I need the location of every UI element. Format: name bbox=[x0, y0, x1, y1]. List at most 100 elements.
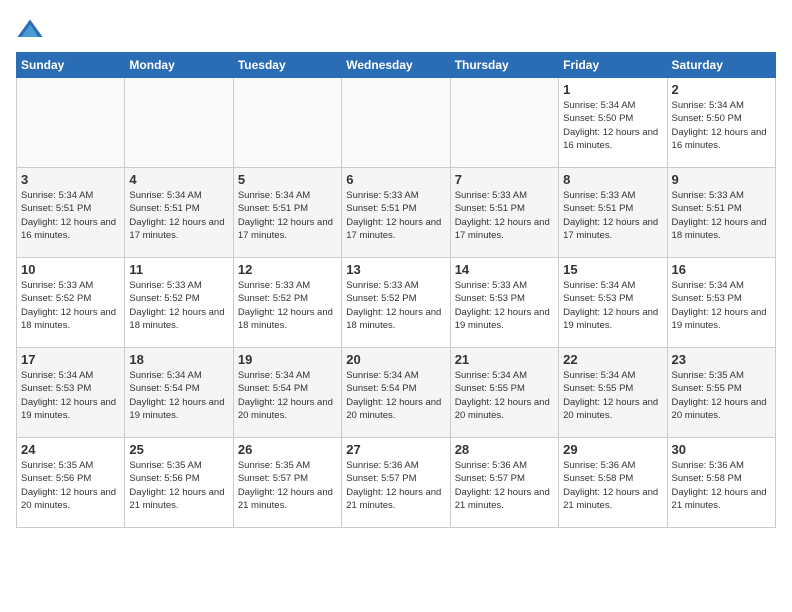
day-header-tuesday: Tuesday bbox=[233, 53, 341, 78]
day-info: Sunrise: 5:34 AM Sunset: 5:54 PM Dayligh… bbox=[346, 369, 445, 422]
calendar-cell: 14 Sunrise: 5:33 AM Sunset: 5:53 PM Dayli… bbox=[450, 258, 558, 348]
calendar-week-row: 3 Sunrise: 5:34 AM Sunset: 5:51 PM Daylig… bbox=[17, 168, 776, 258]
day-info: Sunrise: 5:34 AM Sunset: 5:53 PM Dayligh… bbox=[21, 369, 120, 422]
calendar-cell bbox=[125, 78, 233, 168]
calendar-cell bbox=[450, 78, 558, 168]
calendar-cell: 11 Sunrise: 5:33 AM Sunset: 5:52 PM Dayli… bbox=[125, 258, 233, 348]
day-info: Sunrise: 5:33 AM Sunset: 5:52 PM Dayligh… bbox=[21, 279, 120, 332]
calendar-cell: 6Sunrise: 5:33 AM Sunset: 5:51 PM Daylig… bbox=[342, 168, 450, 258]
day-number: 26 bbox=[238, 442, 337, 457]
calendar-cell: 4 Sunrise: 5:34 AM Sunset: 5:51 PM Daylig… bbox=[125, 168, 233, 258]
calendar-cell: 18 Sunrise: 5:34 AM Sunset: 5:54 PM Dayli… bbox=[125, 348, 233, 438]
day-info: Sunrise: 5:34 AM Sunset: 5:54 PM Dayligh… bbox=[129, 369, 228, 422]
day-info: Sunrise: 5:34 AM Sunset: 5:51 PM Dayligh… bbox=[238, 189, 337, 242]
calendar-cell: 17 Sunrise: 5:34 AM Sunset: 5:53 PM Dayli… bbox=[17, 348, 125, 438]
calendar-cell bbox=[233, 78, 341, 168]
day-number: 15 bbox=[563, 262, 662, 277]
page-header bbox=[16, 16, 776, 44]
calendar-cell: 9 Sunrise: 5:33 AM Sunset: 5:51 PM Daylig… bbox=[667, 168, 775, 258]
calendar-cell: 12 Sunrise: 5:33 AM Sunset: 5:52 PM Dayli… bbox=[233, 258, 341, 348]
day-info: Sunrise: 5:36 AM Sunset: 5:57 PM Dayligh… bbox=[455, 459, 554, 512]
day-number: 29 bbox=[563, 442, 662, 457]
calendar-week-row: 1Sunrise: 5:34 AM Sunset: 5:50 PM Daylig… bbox=[17, 78, 776, 168]
day-header-sunday: Sunday bbox=[17, 53, 125, 78]
day-number: 25 bbox=[129, 442, 228, 457]
day-header-thursday: Thursday bbox=[450, 53, 558, 78]
calendar-cell: 23 Sunrise: 5:35 AM Sunset: 5:55 PM Dayli… bbox=[667, 348, 775, 438]
day-info: Sunrise: 5:34 AM Sunset: 5:55 PM Dayligh… bbox=[455, 369, 554, 422]
day-number: 13 bbox=[346, 262, 445, 277]
day-info: Sunrise: 5:33 AM Sunset: 5:52 PM Dayligh… bbox=[346, 279, 445, 332]
day-info: Sunrise: 5:36 AM Sunset: 5:58 PM Dayligh… bbox=[672, 459, 771, 512]
calendar-cell: 20 Sunrise: 5:34 AM Sunset: 5:54 PM Dayli… bbox=[342, 348, 450, 438]
calendar-cell bbox=[342, 78, 450, 168]
calendar-cell: 3 Sunrise: 5:34 AM Sunset: 5:51 PM Daylig… bbox=[17, 168, 125, 258]
calendar-cell: 1Sunrise: 5:34 AM Sunset: 5:50 PM Daylig… bbox=[559, 78, 667, 168]
day-info: Sunrise: 5:36 AM Sunset: 5:58 PM Dayligh… bbox=[563, 459, 662, 512]
day-number: 4 bbox=[129, 172, 228, 187]
day-info: Sunrise: 5:34 AM Sunset: 5:55 PM Dayligh… bbox=[563, 369, 662, 422]
day-number: 7 bbox=[455, 172, 554, 187]
logo-icon bbox=[16, 16, 44, 44]
day-number: 16 bbox=[672, 262, 771, 277]
day-number: 8 bbox=[563, 172, 662, 187]
day-info: Sunrise: 5:34 AM Sunset: 5:51 PM Dayligh… bbox=[129, 189, 228, 242]
day-number: 10 bbox=[21, 262, 120, 277]
day-number: 12 bbox=[238, 262, 337, 277]
day-number: 3 bbox=[21, 172, 120, 187]
day-number: 22 bbox=[563, 352, 662, 367]
day-info: Sunrise: 5:34 AM Sunset: 5:53 PM Dayligh… bbox=[672, 279, 771, 332]
day-number: 24 bbox=[21, 442, 120, 457]
day-info: Sunrise: 5:33 AM Sunset: 5:51 PM Dayligh… bbox=[672, 189, 771, 242]
day-header-friday: Friday bbox=[559, 53, 667, 78]
day-info: Sunrise: 5:34 AM Sunset: 5:51 PM Dayligh… bbox=[21, 189, 120, 242]
day-info: Sunrise: 5:34 AM Sunset: 5:53 PM Dayligh… bbox=[563, 279, 662, 332]
calendar-cell: 21 Sunrise: 5:34 AM Sunset: 5:55 PM Dayli… bbox=[450, 348, 558, 438]
day-header-monday: Monday bbox=[125, 53, 233, 78]
calendar-cell: 2Sunrise: 5:34 AM Sunset: 5:50 PM Daylig… bbox=[667, 78, 775, 168]
day-info: Sunrise: 5:34 AM Sunset: 5:50 PM Dayligh… bbox=[563, 99, 662, 152]
calendar-cell: 19Sunrise: 5:34 AM Sunset: 5:54 PM Dayli… bbox=[233, 348, 341, 438]
day-info: Sunrise: 5:35 AM Sunset: 5:56 PM Dayligh… bbox=[129, 459, 228, 512]
day-info: Sunrise: 5:33 AM Sunset: 5:51 PM Dayligh… bbox=[455, 189, 554, 242]
calendar-table: SundayMondayTuesdayWednesdayThursdayFrid… bbox=[16, 52, 776, 528]
calendar-cell: 28 Sunrise: 5:36 AM Sunset: 5:57 PM Dayli… bbox=[450, 438, 558, 528]
day-header-wednesday: Wednesday bbox=[342, 53, 450, 78]
calendar-header-row: SundayMondayTuesdayWednesdayThursdayFrid… bbox=[17, 53, 776, 78]
day-number: 18 bbox=[129, 352, 228, 367]
day-number: 23 bbox=[672, 352, 771, 367]
day-info: Sunrise: 5:36 AM Sunset: 5:57 PM Dayligh… bbox=[346, 459, 445, 512]
calendar-cell: 16 Sunrise: 5:34 AM Sunset: 5:53 PM Dayli… bbox=[667, 258, 775, 348]
calendar-cell: 30 Sunrise: 5:36 AM Sunset: 5:58 PM Dayli… bbox=[667, 438, 775, 528]
day-info: Sunrise: 5:35 AM Sunset: 5:57 PM Dayligh… bbox=[238, 459, 337, 512]
calendar-cell: 27 Sunrise: 5:36 AM Sunset: 5:57 PM Dayli… bbox=[342, 438, 450, 528]
day-number: 17 bbox=[21, 352, 120, 367]
day-number: 20 bbox=[346, 352, 445, 367]
day-number: 27 bbox=[346, 442, 445, 457]
day-info: Sunrise: 5:33 AM Sunset: 5:52 PM Dayligh… bbox=[129, 279, 228, 332]
day-number: 30 bbox=[672, 442, 771, 457]
day-info: Sunrise: 5:35 AM Sunset: 5:55 PM Dayligh… bbox=[672, 369, 771, 422]
day-number: 28 bbox=[455, 442, 554, 457]
day-number: 19 bbox=[238, 352, 337, 367]
day-number: 5 bbox=[238, 172, 337, 187]
day-info: Sunrise: 5:33 AM Sunset: 5:52 PM Dayligh… bbox=[238, 279, 337, 332]
calendar-cell: 29 Sunrise: 5:36 AM Sunset: 5:58 PM Dayli… bbox=[559, 438, 667, 528]
calendar-cell: 24Sunrise: 5:35 AM Sunset: 5:56 PM Dayli… bbox=[17, 438, 125, 528]
day-number: 6 bbox=[346, 172, 445, 187]
calendar-cell: 25 Sunrise: 5:35 AM Sunset: 5:56 PM Dayli… bbox=[125, 438, 233, 528]
calendar-cell: 5 Sunrise: 5:34 AM Sunset: 5:51 PM Daylig… bbox=[233, 168, 341, 258]
calendar-cell: 7 Sunrise: 5:33 AM Sunset: 5:51 PM Daylig… bbox=[450, 168, 558, 258]
day-number: 9 bbox=[672, 172, 771, 187]
day-number: 2 bbox=[672, 82, 771, 97]
calendar-cell: 26 Sunrise: 5:35 AM Sunset: 5:57 PM Dayli… bbox=[233, 438, 341, 528]
day-number: 11 bbox=[129, 262, 228, 277]
logo bbox=[16, 16, 48, 44]
day-number: 14 bbox=[455, 262, 554, 277]
calendar-cell: 8Sunrise: 5:33 AM Sunset: 5:51 PM Daylig… bbox=[559, 168, 667, 258]
day-number: 21 bbox=[455, 352, 554, 367]
calendar-week-row: 17 Sunrise: 5:34 AM Sunset: 5:53 PM Dayli… bbox=[17, 348, 776, 438]
day-header-saturday: Saturday bbox=[667, 53, 775, 78]
calendar-cell: 22 Sunrise: 5:34 AM Sunset: 5:55 PM Dayli… bbox=[559, 348, 667, 438]
day-info: Sunrise: 5:33 AM Sunset: 5:53 PM Dayligh… bbox=[455, 279, 554, 332]
